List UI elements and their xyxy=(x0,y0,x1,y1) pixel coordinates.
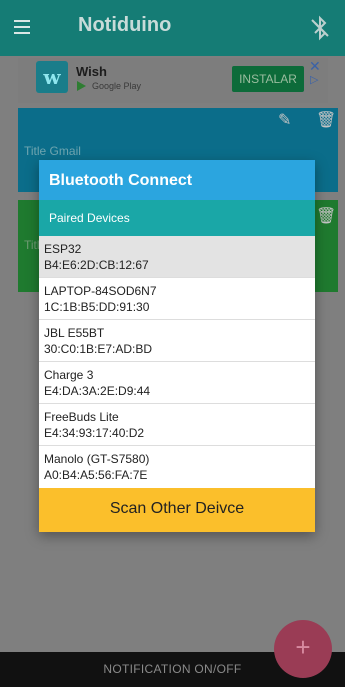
trash-icon[interactable]: 🗑 xyxy=(316,206,336,226)
device-mac: E4:DA:3A:2E:D9:44 xyxy=(44,384,151,398)
add-button[interactable]: + xyxy=(274,620,332,678)
device-name: FreeBuds Lite xyxy=(44,410,119,424)
scan-button-label[interactable]: Scan Other Deivce xyxy=(39,500,315,518)
dialog-title: Bluetooth Connect xyxy=(49,172,193,189)
menu-button[interactable] xyxy=(10,16,38,40)
ad-app-name: Wish xyxy=(76,64,107,79)
install-button[interactable]: INSTALAR xyxy=(232,66,304,92)
device-name: Manolo (GT-S7580) xyxy=(44,452,150,466)
device-mac: 30:C0:1B:E7:AD:BD xyxy=(44,342,153,356)
device-mac: A0:B4:A5:56:FA:7E xyxy=(44,468,148,482)
hamburger-icon xyxy=(14,20,30,22)
device-mac: 1C:1B:B5:DD:91:30 xyxy=(44,300,150,314)
pencil-icon[interactable]: ✎ xyxy=(278,110,291,130)
device-name: Charge 3 xyxy=(44,368,94,382)
adchoices-icon[interactable]: ▷ xyxy=(310,73,318,86)
card-title: Titl xyxy=(24,238,40,252)
app-bar xyxy=(0,0,345,56)
section-title: Paired Devices xyxy=(49,211,130,225)
device-name: LAPTOP-84SOD6N7 xyxy=(44,284,157,298)
app-title: Notiduino xyxy=(78,14,172,36)
plus-icon: + xyxy=(295,632,311,662)
card-title: Title Gmail xyxy=(24,144,81,158)
device-mac: B4:E6:2D:CB:12:67 xyxy=(44,258,149,272)
ad-store-label: Google Play xyxy=(92,81,142,91)
wish-logo: w xyxy=(36,61,68,93)
device-name: ESP32 xyxy=(44,242,82,256)
trash-icon[interactable]: 🗑 xyxy=(316,110,336,130)
google-play-icon xyxy=(77,81,86,91)
bluetooth-disabled-icon xyxy=(311,15,329,41)
bluetooth-button[interactable] xyxy=(304,12,336,44)
device-mac: E4:34:93:17:40:D2 xyxy=(44,426,145,440)
device-name: JBL E55BT xyxy=(44,326,105,340)
